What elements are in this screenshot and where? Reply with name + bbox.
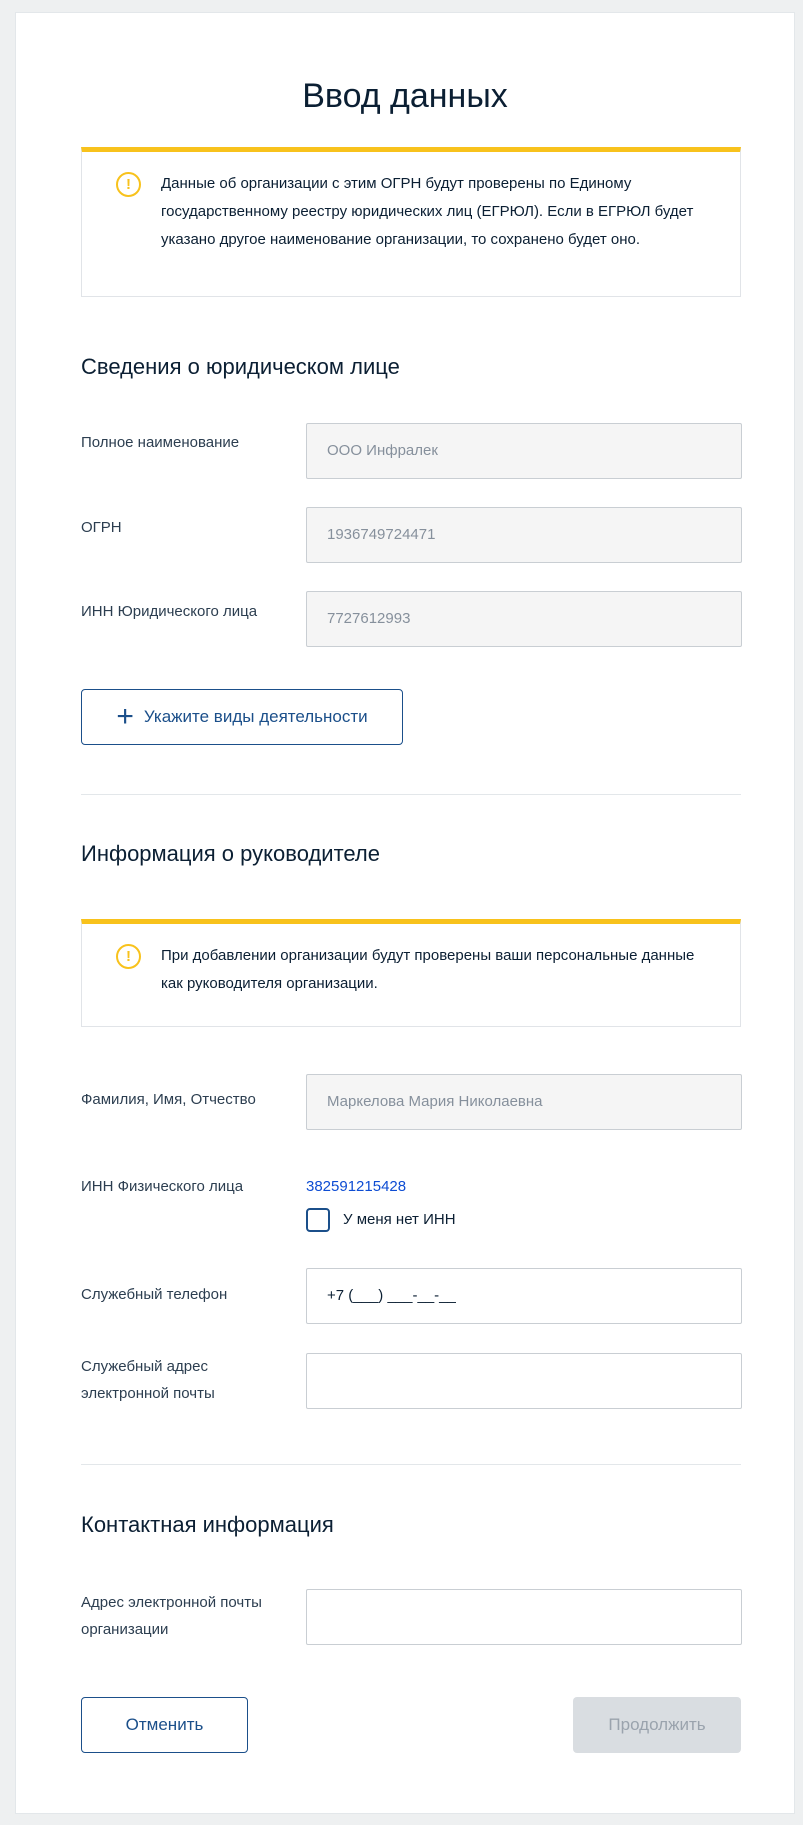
ogrn-field: 1936749724471 [306,507,742,563]
org-email-input[interactable] [306,1589,742,1645]
form-card: Ввод данных ! Данные об организации с эт… [15,12,795,1814]
add-activities-label: Укажите виды деятельности [143,707,368,726]
ogrn-label: ОГРН [81,519,122,536]
cancel-button[interactable]: Отменить [81,1697,248,1753]
section-title-legal: Сведения о юридическом лице [81,354,400,379]
continue-button[interactable]: Продолжить [573,1697,741,1753]
divider [81,1464,741,1465]
inn-legal-field: 7727612993 [306,591,742,647]
phone-input[interactable]: +7 (___) ___-__-__ [306,1268,742,1324]
inn-person-label: ИНН Физического лица [81,1178,244,1195]
add-activities-button[interactable]: + Укажите виды деятельности [81,689,403,745]
notice-text: При добавлении организации будут провере… [161,947,695,992]
divider [81,794,741,795]
inn-person-value: 382591215428 [306,1178,407,1195]
full-name-field: ООО Инфралек [306,423,742,479]
work-email-label: Служебный адрес электронной почты [81,1358,215,1402]
warning-icon: ! [116,944,141,969]
no-inn-label[interactable]: У меня нет ИНН [343,1208,456,1232]
full-name-label: Полное наименование [81,434,240,451]
fio-label: Фамилия, Имя, Отчество [81,1091,256,1108]
fio-field: Маркелова Мария Николаевна [306,1074,742,1130]
section-title-head: Информация о руководителе [81,841,380,866]
checkbox-box[interactable] [306,1208,330,1232]
org-email-label: Адрес электронной почты организации [81,1594,262,1638]
notice-text: Данные об организации с этим ОГРН будут … [161,175,694,248]
work-email-input[interactable] [306,1353,742,1409]
egrul-notice: ! Данные об организации с этим ОГРН буду… [81,147,741,297]
phone-label: Служебный телефон [81,1286,228,1303]
inn-legal-label: ИНН Юридического лица [81,603,258,620]
plus-icon: + [116,700,134,733]
head-notice: ! При добавлении организации будут прове… [81,919,741,1027]
page-title: Ввод данных [302,77,508,115]
warning-icon: ! [116,172,141,197]
section-title-contact: Контактная информация [81,1512,334,1537]
